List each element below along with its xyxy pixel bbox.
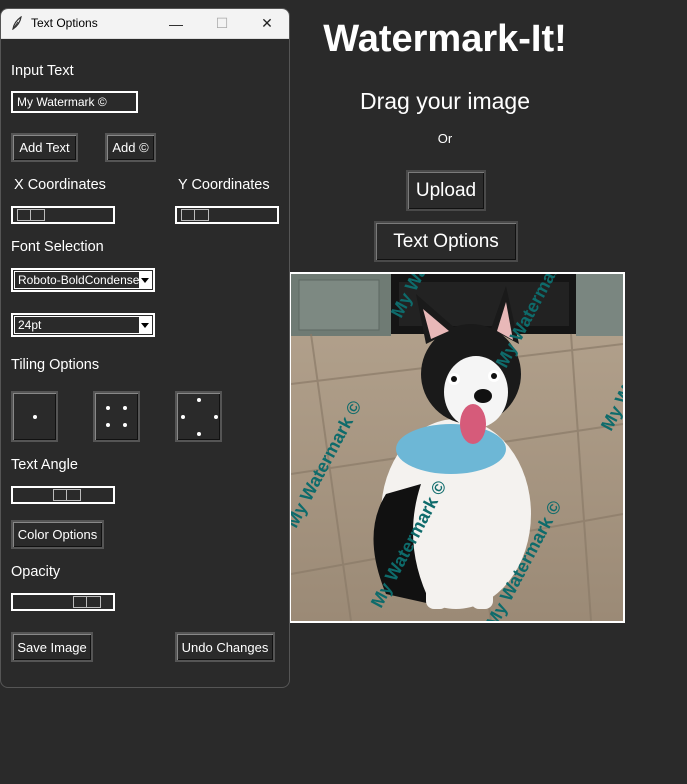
tiling-diamond-button[interactable] (175, 391, 222, 442)
slider-thumb[interactable] (72, 596, 101, 608)
tile-dot-icon (181, 415, 185, 419)
input-text-field[interactable]: My Watermark © (11, 91, 138, 113)
text-options-button[interactable]: Text Options (374, 221, 518, 262)
opacity-label: Opacity (11, 564, 61, 580)
undo-changes-button[interactable]: Undo Changes (175, 632, 275, 662)
tile-dot-icon (106, 406, 110, 410)
dialog-titlebar[interactable]: Text Options — ☐ ✕ (1, 9, 289, 39)
tile-dot-icon (197, 398, 201, 402)
text-angle-slider[interactable] (11, 486, 115, 504)
or-separator: Or (437, 131, 453, 146)
dialog-title: Text Options (31, 16, 98, 30)
tile-dot-icon (214, 415, 218, 419)
input-text-label: Input Text (11, 63, 74, 79)
close-button[interactable]: ✕ (244, 9, 289, 38)
drag-drop-prompt: Drag your image (359, 88, 531, 114)
add-copyright-button[interactable]: Add © (105, 133, 156, 162)
dog-photo: My Watermark © My Watermark © My Waterma… (291, 274, 623, 621)
chevron-down-icon[interactable] (139, 317, 151, 333)
font-selection-label: Font Selection (11, 239, 104, 255)
color-options-button[interactable]: Color Options (11, 520, 104, 549)
tiling-single-button[interactable] (11, 391, 58, 442)
add-text-button[interactable]: Add Text (11, 133, 78, 162)
tile-dot-icon (197, 432, 201, 436)
y-coordinates-label: Y Coordinates (178, 177, 270, 193)
feather-icon (11, 15, 23, 35)
font-value: Roboto-BoldCondensed (18, 273, 139, 287)
text-angle-label: Text Angle (11, 457, 78, 473)
opacity-slider[interactable] (11, 593, 115, 611)
image-preview: My Watermark © My Watermark © My Waterma… (289, 272, 625, 623)
text-options-dialog: Text Options — ☐ ✕ Input Text My Waterma… (0, 8, 290, 688)
tile-dot-icon (123, 406, 127, 410)
tiling-grid-button[interactable] (93, 391, 140, 442)
minimize-button[interactable]: — (153, 9, 199, 38)
maximize-button[interactable]: ☐ (199, 9, 245, 38)
slider-thumb[interactable] (180, 209, 209, 221)
upload-button[interactable]: Upload (406, 170, 486, 211)
app-title: Watermark-It! (323, 18, 567, 60)
font-size-value: 24pt (18, 318, 42, 332)
tile-dot-icon (123, 423, 127, 427)
slider-thumb[interactable] (52, 489, 81, 501)
font-dropdown[interactable]: Roboto-BoldCondensed (11, 268, 155, 292)
chevron-down-icon[interactable] (139, 272, 151, 288)
tile-dot-icon (33, 415, 37, 419)
x-coordinate-slider[interactable] (11, 206, 115, 224)
tile-dot-icon (106, 423, 110, 427)
save-image-button[interactable]: Save Image (11, 632, 93, 662)
font-size-dropdown[interactable]: 24pt (11, 313, 155, 337)
x-coordinates-label: X Coordinates (14, 177, 106, 193)
tiling-options-label: Tiling Options (11, 357, 100, 373)
slider-thumb[interactable] (16, 209, 45, 221)
y-coordinate-slider[interactable] (175, 206, 279, 224)
